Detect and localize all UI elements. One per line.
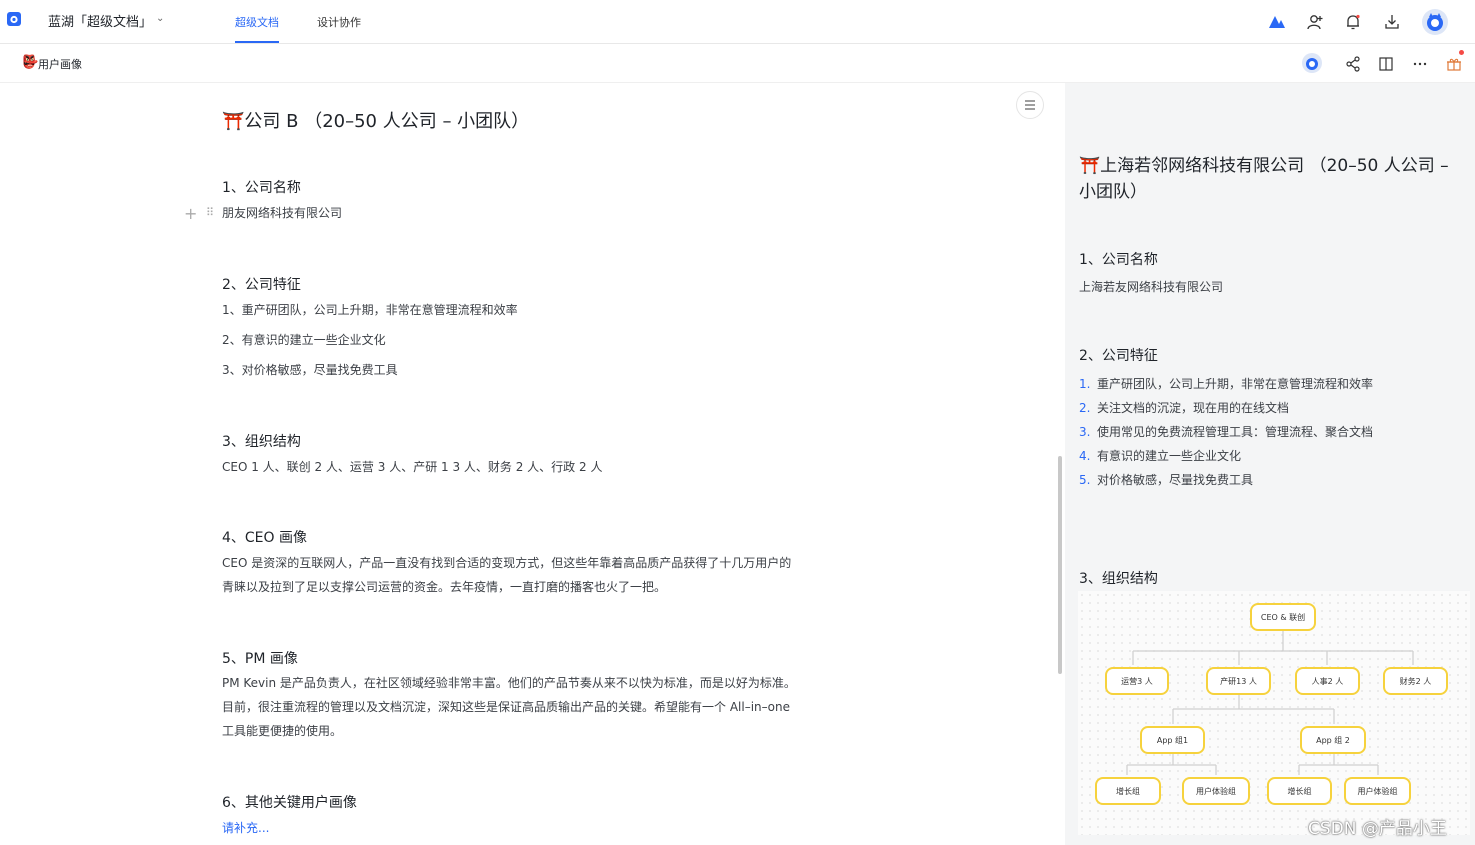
paragraph[interactable]: 朋友网络科技有限公司: [222, 201, 342, 225]
paragraph[interactable]: CEO 1 人、联创 2 人、运营 3 人、产研 1 3 人、财务 2 人、行政…: [222, 455, 602, 479]
lanhu-logo-icon[interactable]: [1267, 12, 1287, 32]
org-node: 产研13 人: [1206, 667, 1271, 695]
org-node: 财务2 人: [1383, 667, 1448, 695]
top-bar: 蓝湖「超级文档」 ⌄ 超级文档 设计协作: [0, 0, 1475, 44]
org-node: 用户体验组: [1182, 777, 1250, 805]
more-options-icon[interactable]: [1411, 55, 1429, 73]
avatar-icon: [1427, 13, 1443, 31]
section-heading[interactable]: 6、其他关键用户画像: [222, 792, 357, 812]
list-item: 2. 关注文档的沉淀，现在用的在线文档: [1079, 401, 1290, 415]
org-node: 运营3 人: [1105, 667, 1169, 695]
org-node: 人事2 人: [1295, 667, 1360, 695]
org-node: App 组 2: [1300, 726, 1366, 754]
preview-company: 上海若友网络科技有限公司: [1079, 280, 1224, 294]
gift-icon[interactable]: [1445, 55, 1463, 73]
placeholder-link[interactable]: 请补充...: [222, 816, 269, 840]
chevron-down-icon[interactable]: ⌄: [156, 13, 164, 24]
preview-title: ⛩️上海若邻网络科技有限公司 （20–50 人公司 – 小团队）: [1079, 156, 1449, 202]
section-heading[interactable]: 2、公司特征: [222, 274, 301, 294]
paragraph[interactable]: CEO 是资深的互联网人，产品一直没有找到合适的变现方式，但这些年靠着高品质产品…: [222, 551, 791, 575]
list-item: 5. 对价格敏感，尽量找免费工具: [1079, 473, 1254, 487]
org-node: 用户体验组: [1344, 777, 1411, 805]
paragraph[interactable]: 工具能更便捷的使用。: [222, 719, 342, 743]
split-view-icon[interactable]: [1377, 55, 1395, 73]
doc-header-bar: 👺 用户画像: [0, 45, 1475, 83]
preview-panel: ⛩️上海若邻网络科技有限公司 （20–50 人公司 – 小团队） 1、公司名称 …: [1065, 83, 1475, 845]
list-item: 3. 使用常见的免费流程管理工具：管理流程、聚合文档: [1079, 425, 1374, 439]
doc-emoji-icon: 👺: [22, 55, 39, 70]
preview-heading: 2、公司特征: [1079, 348, 1158, 364]
scrollbar[interactable]: [1058, 456, 1062, 674]
doc-name[interactable]: 用户画像: [38, 56, 82, 72]
org-node-root: CEO & 联创: [1250, 603, 1316, 631]
list-item: 1. 重产研团队，公司上升期，非常在意管理流程和效率: [1079, 377, 1374, 391]
paragraph[interactable]: 目前，很注重流程的管理以及文档沉淀，深知这些是保证高品质输出产品的关键。希望能有…: [222, 695, 790, 719]
preview-heading: 1、公司名称: [1079, 252, 1158, 268]
list-item: 4. 有意识的建立一些企业文化: [1079, 449, 1242, 463]
user-avatar[interactable]: [1422, 9, 1448, 35]
download-icon[interactable]: [1382, 12, 1402, 32]
section-heading[interactable]: 4、CEO 画像: [222, 527, 307, 547]
paragraph[interactable]: 3、对价格敏感，尽量找免费工具: [222, 358, 398, 382]
org-node: App 组1: [1140, 726, 1205, 754]
active-tab-indicator: [235, 41, 279, 43]
org-node: 增长组: [1095, 777, 1161, 805]
notification-dot: [1459, 50, 1464, 55]
add-member-icon[interactable]: [1305, 12, 1325, 32]
bell-icon[interactable]: [1343, 12, 1363, 32]
preview-heading: 3、组织结构: [1079, 571, 1158, 587]
menu-lines-icon: [1025, 100, 1035, 110]
doc-title[interactable]: ⛩️公司 B （20–50 人公司 – 小团队）: [222, 107, 529, 133]
app-title[interactable]: 蓝湖「超级文档」: [48, 11, 152, 30]
paragraph[interactable]: 2、有意识的建立一些企业文化: [222, 328, 386, 352]
collaborator-avatar-icon: [1306, 58, 1318, 70]
watermark: CSDN @产品小王: [1308, 819, 1447, 839]
tab-design-collab[interactable]: 设计协作: [317, 14, 361, 30]
drag-handle-icon[interactable]: ⠿: [206, 206, 214, 219]
section-heading[interactable]: 5、PM 画像: [222, 648, 298, 668]
lanhu-app-logo-icon[interactable]: [6, 11, 22, 27]
toc-button[interactable]: [1016, 91, 1044, 119]
paragraph[interactable]: 1、重产研团队，公司上升期，非常在意管理流程和效率: [222, 298, 518, 322]
paragraph[interactable]: 青睐以及拉到了足以支撑公司运营的资金。去年疫情，一直打磨的播客也火了一把。: [222, 575, 666, 599]
collaborator-avatar[interactable]: [1302, 53, 1322, 73]
document-editor[interactable]: ⛩️公司 B （20–50 人公司 – 小团队） 1、公司名称 + ⠿ 朋友网络…: [0, 83, 1065, 845]
org-chart: CEO & 联创 运营3 人 产研13 人 人事2 人 财务2 人 App 组1…: [1078, 591, 1470, 835]
org-node: 增长组: [1267, 777, 1332, 805]
section-heading[interactable]: 3、组织结构: [222, 431, 301, 451]
share-icon[interactable]: [1344, 55, 1362, 73]
tab-super-docs[interactable]: 超级文档: [235, 14, 279, 30]
add-block-icon[interactable]: +: [184, 204, 197, 223]
section-heading[interactable]: 1、公司名称: [222, 177, 301, 197]
paragraph[interactable]: PM Kevin 是产品负责人，在社区领域经验非常丰富。他们的产品节奏从来不以快…: [222, 671, 796, 695]
